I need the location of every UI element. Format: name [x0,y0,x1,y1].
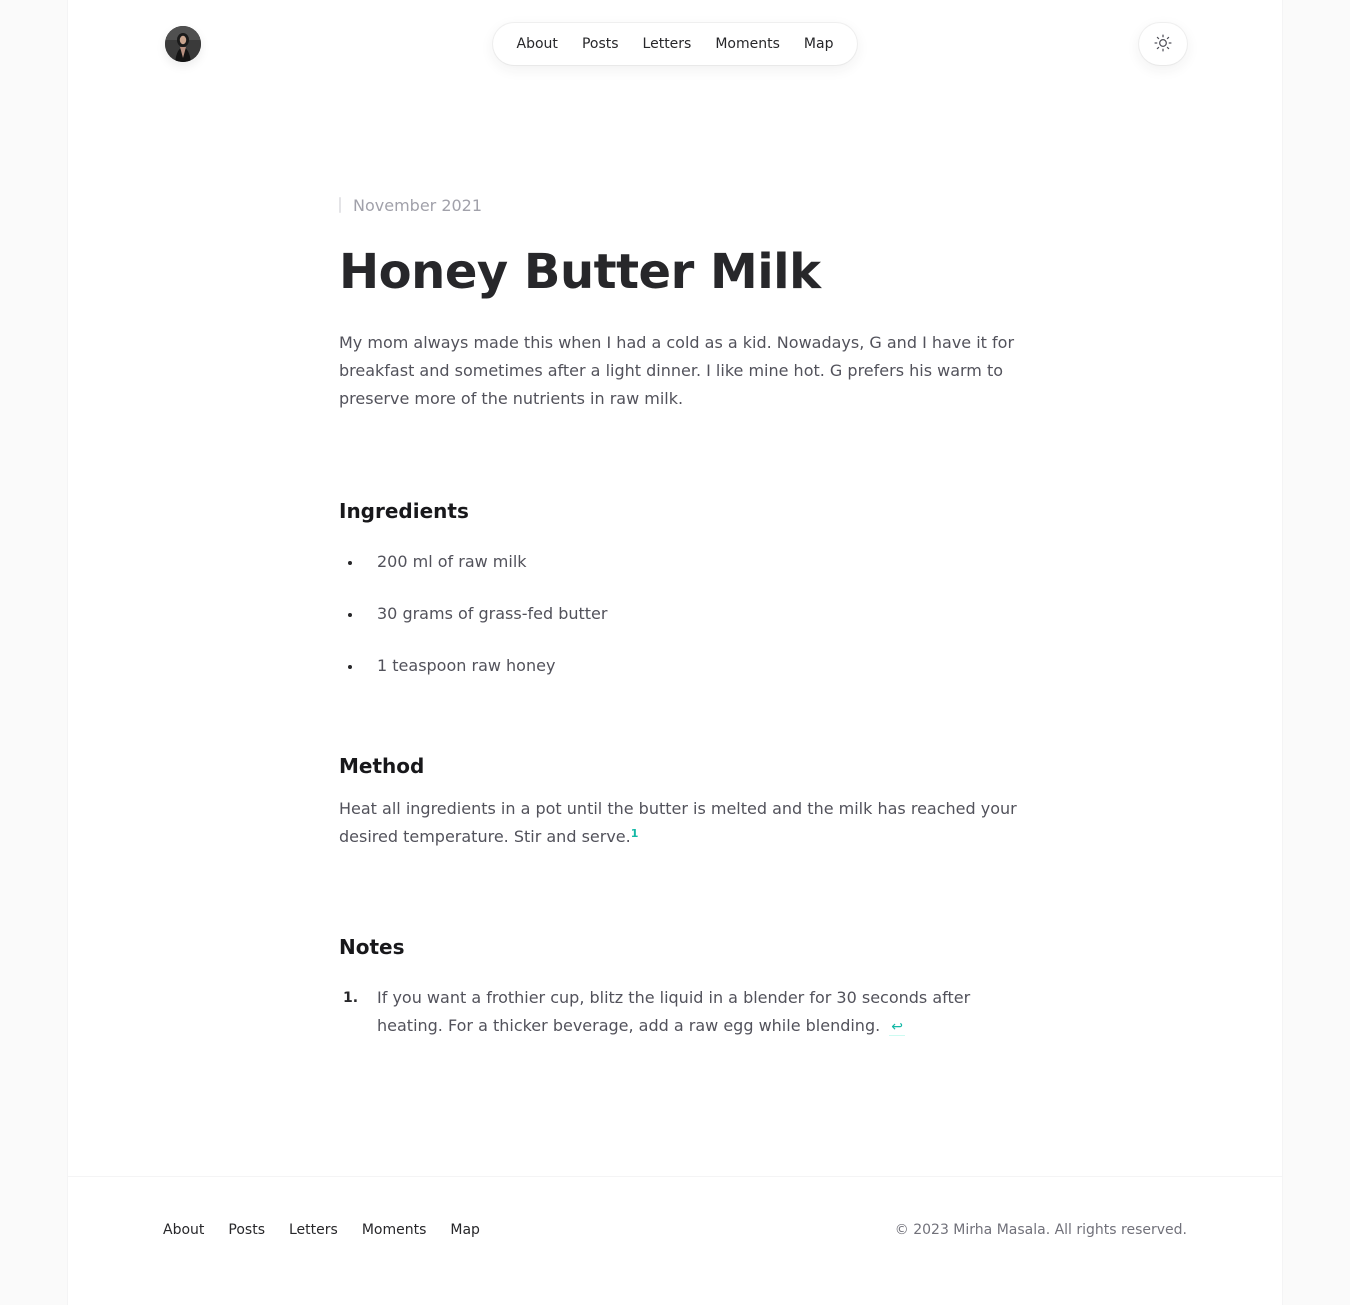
theme-toggle-button[interactable] [1139,23,1187,65]
footer-nav-posts[interactable]: Posts [228,1220,265,1240]
footer-nav-letters[interactable]: Letters [289,1220,338,1240]
copyright-text: © 2023 Mirha Masala. All rights reserved… [894,1222,1187,1238]
footer-navigation: About Posts Letters Moments Map [163,1220,480,1240]
bullet-icon [348,665,352,669]
post-intro: My mom always made this when I had a col… [339,333,1015,408]
footer-nav-about[interactable]: About [163,1220,204,1240]
nav-map[interactable]: Map [792,23,846,65]
list-item: 1 teaspoon raw honey [339,652,1019,680]
footnote-item: 1. If you want a frothier cup, blitz the… [339,984,1019,1041]
method-text: Heat all ingredients in a pot until the … [339,799,1017,846]
method-heading: Method [339,754,425,778]
footnote-ref-link[interactable]: 1 [631,827,639,840]
footnote-backref-icon[interactable]: ↩ [889,1019,906,1036]
footer-nav-moments[interactable]: Moments [362,1220,427,1240]
notes-heading: Notes [339,935,405,959]
footer: About Posts Letters Moments Map © 2023 M… [68,1176,1282,1305]
list-item: 30 grams of grass-fed butter [339,600,1019,628]
nav-about[interactable]: About [505,23,570,65]
post-date-text: November 2021 [353,195,483,215]
nav-moments[interactable]: Moments [703,23,792,65]
top-navigation: About Posts Letters Moments Map [493,23,857,65]
sun-icon [1153,33,1173,56]
notes-list: 1. If you want a frothier cup, blitz the… [339,984,1019,1041]
post-date: November 2021 [339,190,1019,220]
footnote-text: If you want a frothier cup, blitz the li… [377,988,971,1035]
bullet-icon [348,613,352,617]
article: November 2021 Honey Butter Milk My mom a… [339,190,1019,1041]
nav-letters[interactable]: Letters [631,23,704,65]
list-item: 200 ml of raw milk [339,548,1019,576]
ingredient-text: 30 grams of grass-fed butter [377,604,608,623]
avatar[interactable] [165,26,201,62]
page: About Posts Letters Moments Map November… [68,0,1282,1305]
post-title: Honey Butter Milk [339,244,821,300]
footnote-number: 1. [343,990,359,1006]
footer-nav-map[interactable]: Map [450,1220,480,1240]
method-text-block: Heat all ingredients in a pot until the … [339,795,1019,851]
date-divider [339,197,341,213]
ingredient-text: 200 ml of raw milk [377,552,527,571]
ingredient-text: 1 teaspoon raw honey [377,656,556,675]
bullet-icon [348,561,352,565]
ingredients-list: 200 ml of raw milk 30 grams of grass-fed… [339,548,1019,680]
ingredients-heading: Ingredients [339,499,469,523]
nav-posts[interactable]: Posts [570,23,631,65]
avatar-photo [165,26,201,62]
